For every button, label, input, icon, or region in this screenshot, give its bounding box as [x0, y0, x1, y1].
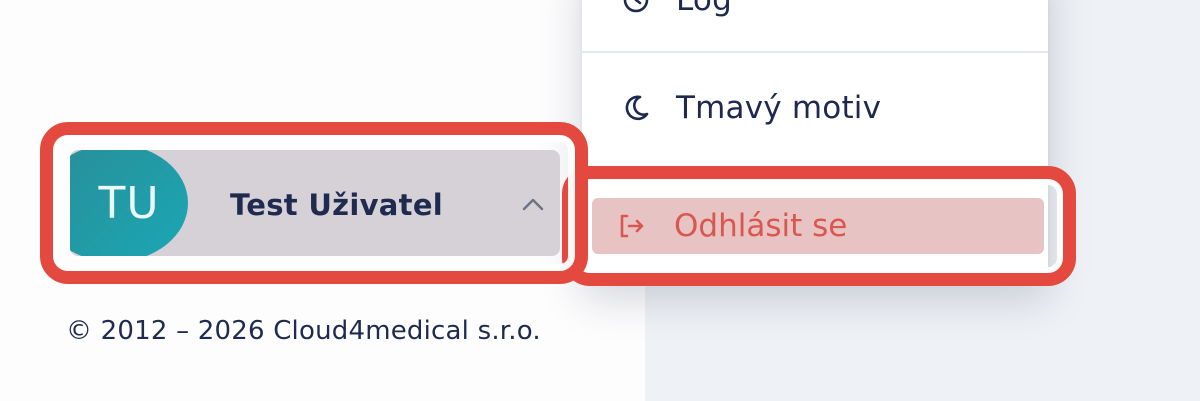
- logout-highlight-outline: [562, 166, 1076, 286]
- menu-item-dark-mode-label: Tmavý motiv: [676, 90, 882, 126]
- menu-divider: [582, 51, 1048, 53]
- moon-icon: [618, 90, 654, 126]
- menu-item-dark-mode[interactable]: Tmavý motiv: [582, 78, 1048, 138]
- menu-item-log-label: Log: [676, 0, 732, 18]
- clock-icon: [618, 0, 654, 18]
- profile-highlight-outline: [40, 122, 588, 284]
- copyright-footer: © 2012 – 2026 Cloud4medical s.r.o.: [66, 316, 541, 346]
- menu-item-log[interactable]: Log: [582, 0, 1048, 30]
